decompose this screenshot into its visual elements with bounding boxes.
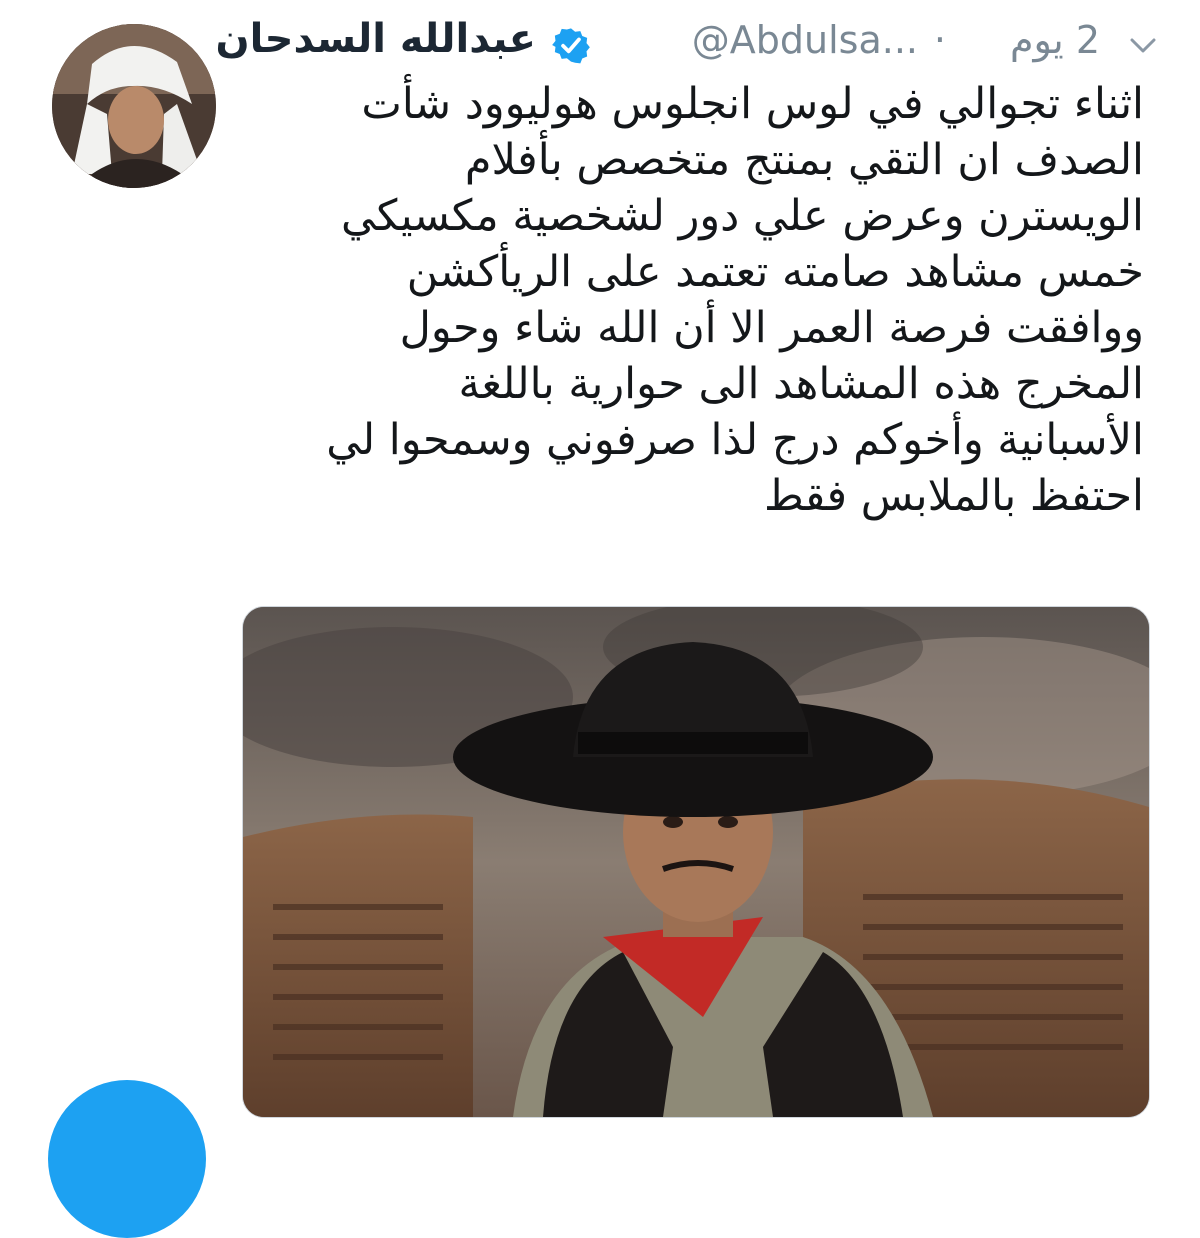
meta-separator: ·: [933, 18, 946, 62]
tweet-text: اثناء تجوالي في لوس انجلوس هوليوود شأت ا…: [244, 76, 1144, 524]
tweet-header: 2 يوم · @Abdulsa... عبدالله السدحان: [215, 14, 1158, 74]
author-handle[interactable]: @Abdulsa...: [692, 18, 918, 62]
chevron-down-icon[interactable]: [1128, 30, 1158, 60]
tweet-text-line: الويسترن وعرض علي دور لشخصية مكسيكي: [341, 191, 1144, 241]
tweet-text-line: الأسبانية وأخوكم درج لذا صرفوني وسمحوا ل…: [326, 415, 1144, 465]
avatar-photo: [52, 24, 216, 188]
tweet-text-line: خمس مشاهد صامته تعتمد على الريأكشن: [406, 247, 1144, 297]
avatar[interactable]: [52, 24, 216, 188]
cowboy-portrait-image: [243, 607, 1149, 1117]
tweet-text-line: احتفظ بالملابس فقط: [763, 471, 1144, 521]
tweet-text-line: اثناء تجوالي في لوس انجلوس هوليوود شأت: [361, 79, 1144, 129]
tweet-text-line: المخرج هذه المشاهد الى حوارية باللغة: [458, 359, 1144, 409]
tweet-text-line: الصدف ان التقي بمنتج متخصص بأفلام: [464, 135, 1144, 185]
tweet-photo[interactable]: [242, 606, 1150, 1118]
compose-tweet-button[interactable]: [48, 1080, 206, 1238]
tweet-card[interactable]: 2 يوم · @Abdulsa... عبدالله السدحان اثنا…: [0, 0, 1200, 1238]
tweet-text-line: ووافقت فرصة العمر الا أن الله شاء وحول: [399, 303, 1144, 353]
author-name[interactable]: عبدالله السدحان: [215, 16, 536, 62]
tweet-time[interactable]: 2 يوم: [1010, 18, 1100, 62]
verified-badge-icon: [552, 28, 590, 64]
